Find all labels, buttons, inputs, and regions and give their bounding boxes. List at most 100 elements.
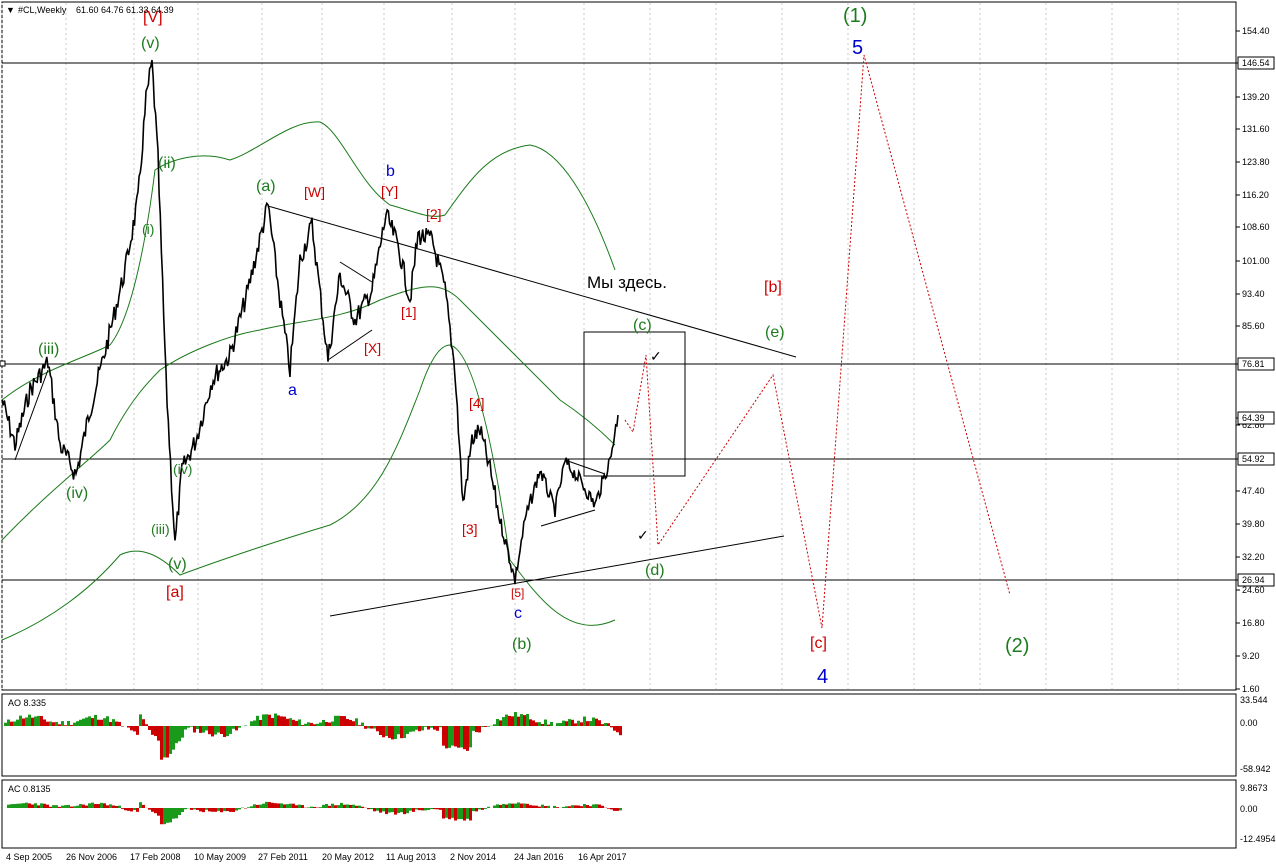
histogram-bar bbox=[67, 720, 70, 726]
histogram-bar bbox=[484, 726, 487, 727]
histogram-bar bbox=[433, 726, 436, 730]
histogram-bar bbox=[118, 805, 121, 808]
histogram-bar bbox=[22, 803, 25, 808]
histogram-bar bbox=[178, 808, 181, 816]
histogram-bar bbox=[223, 808, 226, 812]
histogram-bar bbox=[259, 719, 262, 726]
wave-label-green: (v) bbox=[141, 35, 160, 52]
histogram-bar bbox=[367, 726, 370, 729]
histogram-bar bbox=[49, 806, 52, 808]
histogram-bar bbox=[31, 804, 34, 808]
histogram-bar bbox=[247, 807, 250, 808]
ao-title: AO 8.335 bbox=[8, 698, 46, 708]
histogram-bar bbox=[343, 804, 346, 808]
histogram-bar bbox=[613, 726, 616, 731]
histogram-bar bbox=[112, 805, 115, 808]
level-handle[interactable] bbox=[0, 360, 6, 367]
histogram-bar bbox=[508, 715, 511, 726]
price-label: 101.00 bbox=[1242, 256, 1270, 266]
wave-label-green: (v) bbox=[168, 556, 187, 573]
ac-panel[interactable] bbox=[1, 779, 1237, 849]
histogram-bar bbox=[340, 716, 343, 726]
histogram-bar bbox=[610, 808, 613, 810]
histogram-bar bbox=[607, 808, 610, 809]
histogram-bar bbox=[451, 808, 454, 818]
histogram-bar bbox=[505, 714, 508, 726]
histogram-bar bbox=[619, 726, 622, 736]
histogram-bar bbox=[406, 726, 409, 734]
histogram-bar bbox=[274, 713, 277, 726]
wave-label-green: (b) bbox=[512, 636, 532, 653]
wave-label-green: (2) bbox=[1005, 635, 1029, 657]
histogram-bar bbox=[283, 716, 286, 726]
histogram-bar bbox=[577, 805, 580, 808]
wave-label-blue: a bbox=[288, 382, 297, 399]
histogram-bar bbox=[340, 802, 343, 808]
histogram-bar bbox=[538, 806, 541, 808]
histogram-bar bbox=[79, 719, 82, 726]
histogram-bar bbox=[415, 726, 418, 730]
histogram-bar bbox=[133, 726, 136, 732]
histogram-bar bbox=[535, 805, 538, 808]
chart-canvas[interactable]: [V][W] [Y][2][1][X][4][3][5][a][b][c](v)(… bbox=[0, 0, 1276, 866]
histogram-bar bbox=[334, 805, 337, 808]
check-mark-icon: ✓ bbox=[650, 348, 662, 364]
histogram-bar bbox=[493, 724, 496, 726]
histogram-bar bbox=[568, 806, 571, 808]
price-label: 116.20 bbox=[1242, 190, 1269, 200]
histogram-bar bbox=[478, 808, 481, 810]
histogram-bar bbox=[220, 726, 223, 735]
wave-label-green: (a) bbox=[256, 178, 276, 195]
histogram-bar bbox=[301, 805, 304, 808]
histogram-bar bbox=[463, 726, 466, 750]
menu-arrow-icon[interactable]: ▼ bbox=[6, 5, 15, 15]
main-chart-area[interactable] bbox=[1, 1, 1237, 691]
histogram-bar bbox=[13, 721, 16, 726]
histogram-bar bbox=[19, 715, 22, 726]
histogram-bar bbox=[481, 726, 484, 727]
histogram-bar bbox=[202, 808, 205, 813]
price-label: 85.60 bbox=[1242, 321, 1265, 331]
histogram-bar bbox=[34, 803, 37, 808]
histogram-bar bbox=[319, 807, 322, 808]
histogram-bar bbox=[547, 805, 550, 808]
histogram-bar bbox=[91, 802, 94, 808]
histogram-bar bbox=[481, 808, 484, 810]
price-label: 123.80 bbox=[1242, 157, 1270, 167]
histogram-bar bbox=[370, 808, 373, 810]
histogram-bar bbox=[7, 804, 10, 808]
histogram-bar bbox=[295, 720, 298, 726]
price-label: 9.20 bbox=[1242, 651, 1260, 661]
histogram-bar bbox=[406, 808, 409, 814]
histogram-bar bbox=[292, 719, 295, 726]
histogram-bar bbox=[211, 808, 214, 812]
histogram-bar bbox=[535, 722, 538, 726]
histogram-bar bbox=[436, 808, 439, 810]
histogram-bar bbox=[220, 808, 223, 813]
histogram-bar bbox=[109, 722, 112, 726]
histogram-bar bbox=[25, 802, 28, 808]
histogram-bar bbox=[577, 720, 580, 726]
histogram-bar bbox=[157, 726, 160, 741]
histogram-bar bbox=[346, 718, 349, 726]
histogram-bar bbox=[232, 726, 235, 729]
histogram-bar bbox=[235, 726, 238, 731]
wave-label-green: (iii) bbox=[151, 521, 170, 537]
histogram-bar bbox=[280, 803, 283, 808]
price-label: 26.94 bbox=[1242, 575, 1265, 585]
histogram-bar bbox=[325, 804, 328, 808]
histogram-bar bbox=[517, 716, 520, 726]
histogram-bar bbox=[19, 803, 22, 808]
histogram-bar bbox=[472, 726, 475, 731]
wave-label-red: [5] bbox=[511, 586, 524, 600]
wave-label-red: [a] bbox=[166, 584, 184, 601]
histogram-bar bbox=[466, 726, 469, 751]
histogram-bar bbox=[442, 726, 445, 746]
histogram-bar bbox=[259, 804, 262, 808]
histogram-bar bbox=[571, 805, 574, 808]
ao-tick: 0.00 bbox=[1240, 718, 1258, 728]
ao-tick: -58.942 bbox=[1240, 764, 1271, 774]
histogram-bar bbox=[460, 808, 463, 820]
histogram-bar bbox=[226, 808, 229, 812]
histogram-bar bbox=[169, 726, 172, 754]
